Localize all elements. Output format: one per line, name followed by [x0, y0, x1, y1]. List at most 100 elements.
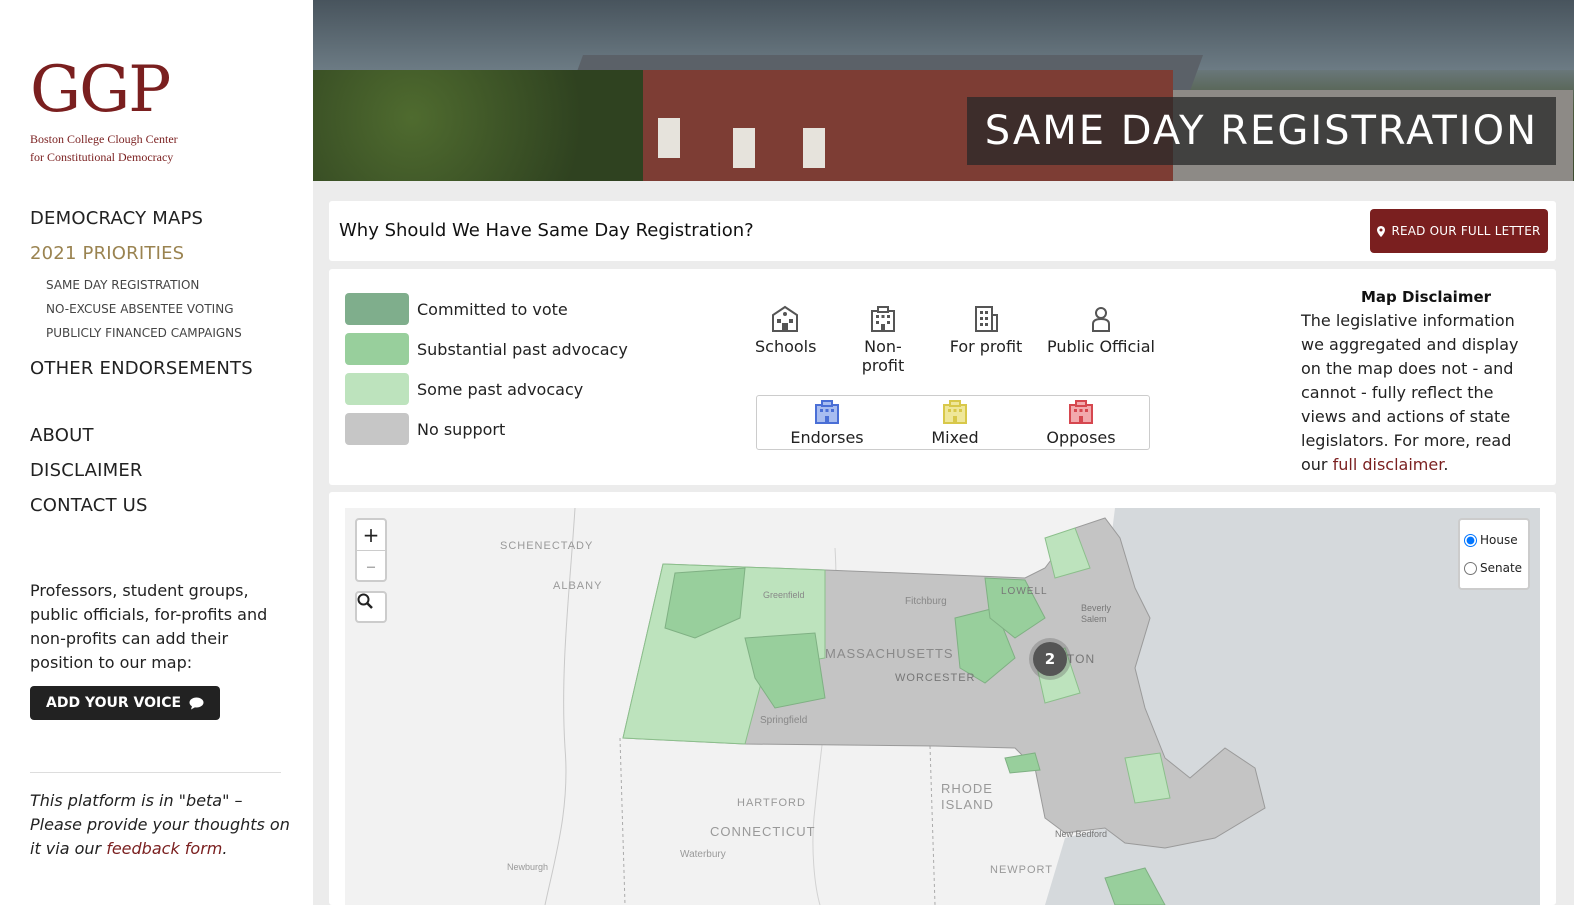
map-disclaimer-title: Map Disclaimer — [1361, 288, 1492, 306]
nav-2021-priorities[interactable]: 2021 PRIORITIES — [30, 241, 290, 276]
logo-subtitle: Boston College Clough Center for Constit… — [30, 130, 178, 166]
full-disclaimer-link[interactable]: full disclaimer — [1333, 455, 1444, 474]
map-label: Waterbury — [680, 849, 726, 860]
stance-label: Mixed — [931, 428, 979, 447]
house-radio[interactable] — [1464, 533, 1477, 547]
read-full-letter-button[interactable]: READ OUR FULL LETTER — [1370, 209, 1548, 253]
legend-label: Committed to vote — [417, 299, 568, 319]
legend-committed: Committed to vote — [345, 293, 568, 325]
question-card: Why Should We Have Same Day Registration… — [329, 201, 1556, 261]
map-disclaimer-text: The legislative information we aggregate… — [1301, 309, 1537, 477]
map-label: Springfield — [760, 715, 808, 726]
search-icon — [357, 593, 373, 609]
beta-text-end: . — [222, 839, 228, 858]
nav-other-endorsements[interactable]: OTHER ENDORSEMENTS — [30, 356, 290, 391]
map-label: CONNECTICUT — [710, 824, 816, 839]
map-label: LOWELL — [1001, 586, 1048, 597]
map-cluster-marker[interactable]: 2 — [1033, 642, 1067, 676]
hero-window — [733, 128, 755, 168]
legend-label: No support — [417, 419, 506, 439]
logo-line-2: for Constitutional Democracy — [30, 150, 174, 164]
legend-some: Some past advocacy — [345, 373, 583, 405]
zoom-out-button[interactable]: – — [357, 550, 385, 580]
type-schools: Schools — [755, 305, 817, 356]
chamber-option-house[interactable]: House — [1464, 526, 1524, 554]
type-label: Public Official — [1047, 337, 1155, 356]
hero-window — [658, 118, 680, 158]
nav-disclaimer[interactable]: DISCLAIMER — [30, 458, 290, 493]
state-border — [619, 737, 626, 905]
nav-contact-us[interactable]: CONTACT US — [30, 493, 290, 528]
legend-card: Committed to vote Substantial past advoc… — [329, 269, 1556, 485]
chamber-option-senate[interactable]: Senate — [1464, 554, 1524, 582]
legend-substantial: Substantial past advocacy — [345, 333, 628, 365]
legend-label: Substantial past advocacy — [417, 339, 628, 359]
nav-no-excuse-absentee-voting[interactable]: NO-EXCUSE ABSENTEE VOTING — [46, 300, 290, 324]
type-public-official: Public Official — [1047, 305, 1155, 356]
nav-democracy-maps[interactable]: DEMOCRACY MAPS — [30, 206, 290, 241]
stance-opposes: Opposes — [1041, 400, 1121, 447]
map-label: Greenfield — [763, 590, 805, 600]
hero-trees — [313, 70, 643, 181]
building-icon — [871, 306, 895, 332]
building-icon — [1069, 400, 1093, 424]
office-tower-icon — [975, 306, 998, 332]
read-full-letter-label: READ OUR FULL LETTER — [1391, 224, 1541, 238]
chamber-selector: House Senate — [1458, 518, 1530, 590]
add-voice-description: Professors, student groups, public offic… — [30, 581, 268, 672]
map-label: WORCESTER — [895, 672, 976, 684]
building-icon — [815, 400, 839, 424]
nav-about[interactable]: ABOUT — [30, 423, 290, 458]
type-label: Schools — [755, 337, 817, 356]
stance-legend: Endorses Mixed Opposes — [756, 395, 1150, 450]
ggp-logo[interactable]: GGP Boston College Clough Center for Con… — [30, 58, 178, 166]
map-label: SCHENECTADY — [500, 540, 594, 552]
legend-swatch-committed — [345, 293, 409, 325]
speech-bubble-icon — [189, 697, 204, 709]
logo-mark: GGP — [30, 53, 171, 127]
type-label: For profit — [949, 337, 1023, 356]
map-label: Fitchburg — [905, 596, 947, 607]
legend-none: No support — [345, 413, 505, 445]
nav-publicly-financed-campaigns[interactable]: PUBLICLY FINANCED CAMPAIGNS — [46, 324, 290, 348]
sidebar: GGP Boston College Clough Center for Con… — [0, 0, 313, 905]
type-for-profit: For profit — [949, 305, 1023, 356]
map-card: SCHENECTADY ALBANY MASSACHUSETTS WORCEST… — [329, 492, 1556, 905]
hero-title-box: SAME DAY REGISTRATION — [966, 97, 1556, 165]
logo-line-1: Boston College Clough Center — [30, 132, 178, 146]
zoom-in-button[interactable]: + — [357, 520, 385, 550]
map-label: Newburgh — [507, 862, 549, 872]
map-canvas — [544, 508, 1540, 905]
map-label: NEWPORT — [990, 864, 1054, 876]
stance-label: Opposes — [1046, 428, 1116, 447]
add-your-voice-button[interactable]: ADD YOUR VOICE — [30, 686, 221, 720]
chamber-label: Senate — [1480, 561, 1523, 575]
stance-mixed: Mixed — [915, 400, 995, 447]
district-substantial — [1004, 752, 1041, 774]
state-border — [929, 745, 936, 905]
river — [544, 508, 576, 905]
map-label: New Bedford — [1055, 829, 1108, 839]
type-label: Non-profit — [861, 337, 905, 375]
main-nav: DEMOCRACY MAPS 2021 PRIORITIES SAME DAY … — [30, 206, 290, 528]
feedback-form-link[interactable]: feedback form — [106, 839, 222, 858]
zoom-control: + – — [355, 518, 387, 582]
map-label: Salem — [1081, 614, 1107, 624]
question-title: Why Should We Have Same Day Registration… — [339, 220, 754, 241]
disclaimer-body: The legislative information we aggregate… — [1301, 311, 1519, 474]
map-pin-icon — [1377, 225, 1386, 237]
map-label: ISLAND — [941, 797, 994, 812]
legend-swatch-some — [345, 373, 409, 405]
building-icon — [943, 400, 967, 424]
legend-swatch-none — [345, 413, 409, 445]
legend-label: Some past advocacy — [417, 379, 584, 399]
stance-label: Endorses — [790, 428, 864, 447]
district-map[interactable]: SCHENECTADY ALBANY MASSACHUSETTS WORCEST… — [345, 508, 1540, 905]
senate-radio[interactable] — [1464, 561, 1477, 575]
stance-endorses: Endorses — [787, 400, 867, 447]
add-voice-label: ADD YOUR VOICE — [46, 695, 182, 711]
map-label: HARTFORD — [737, 797, 806, 809]
nav-same-day-registration[interactable]: SAME DAY REGISTRATION — [46, 276, 290, 300]
map-search-button[interactable] — [355, 591, 387, 623]
